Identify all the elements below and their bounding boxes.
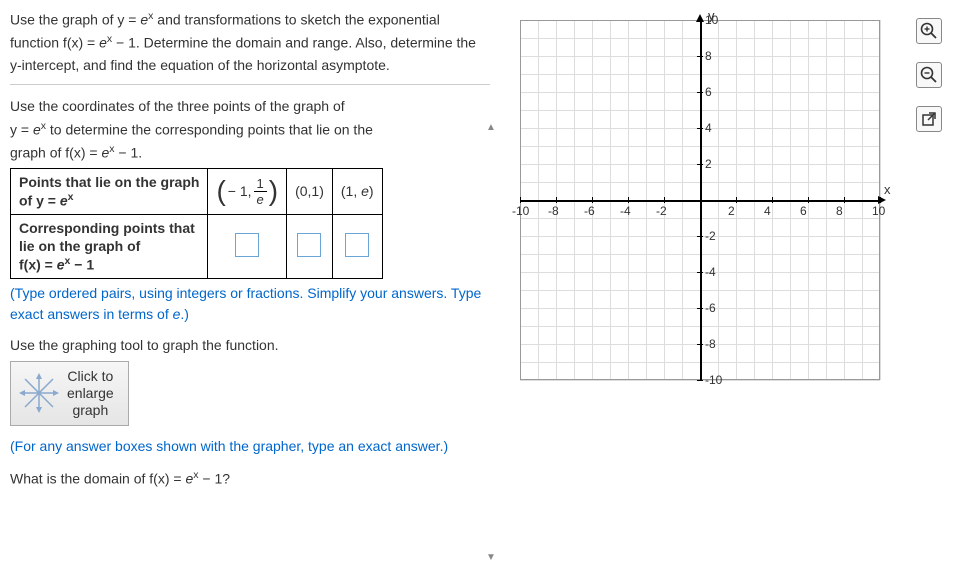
y-tick-label: 2 <box>705 157 712 171</box>
y-tick-label: -4 <box>705 265 716 279</box>
y-tick-label: -8 <box>705 337 716 351</box>
x-tick-label: -4 <box>620 204 631 218</box>
point-cell-3: (1, e) <box>332 168 382 214</box>
zoom-in-icon <box>920 22 938 40</box>
x-axis-label: x <box>884 182 891 197</box>
graph-panel: // placeholder; grid drawn below via gen… <box>500 0 956 572</box>
x-tick-label: 8 <box>836 204 843 218</box>
y-tick-label: -10 <box>705 373 722 387</box>
coordinate-graph[interactable]: // placeholder; grid drawn below via gen… <box>520 20 880 380</box>
x-tick-label: -2 <box>656 204 667 218</box>
external-link-icon <box>921 111 937 127</box>
x-tick-label: -8 <box>548 204 559 218</box>
graph-axes-icon <box>19 373 59 413</box>
points-table: Points that lie on the graphof y = ex ( … <box>10 168 383 279</box>
y-tick-label: 4 <box>705 121 712 135</box>
scroll-up-icon[interactable]: ▲ <box>484 120 498 134</box>
table-header-original: Points that lie on the graphof y = ex <box>11 168 208 214</box>
zoom-in-button[interactable] <box>916 18 942 44</box>
x-tick-label: -10 <box>512 204 529 218</box>
answer-cell-2 <box>287 215 333 279</box>
x-tick-label: -6 <box>584 204 595 218</box>
answer-cell-3 <box>332 215 382 279</box>
ordered-pairs-hint: (Type ordered pairs, using integers or f… <box>10 283 490 325</box>
zoom-out-icon <box>920 66 938 84</box>
instruction-text: Use the coordinates of the three points … <box>10 95 490 163</box>
domain-question: What is the domain of f(x) = ex − 1? <box>10 469 490 487</box>
scroll-down-icon[interactable]: ▼ <box>484 550 498 564</box>
x-tick-label: 6 <box>800 204 807 218</box>
y-tick-label: -2 <box>705 229 716 243</box>
y-tick-label: 6 <box>705 85 712 99</box>
enlarge-graph-button[interactable]: Click to enlarge graph <box>10 361 129 425</box>
enlarge-button-label: Click to enlarge graph <box>67 368 114 418</box>
answer-input-3[interactable] <box>345 233 369 257</box>
answer-cell-1 <box>208 215 287 279</box>
open-window-button[interactable] <box>916 106 942 132</box>
x-tick-label: 4 <box>764 204 771 218</box>
point-cell-1: ( − 1, 1e ) <box>208 168 287 214</box>
problem-statement: Use the graph of y = ex and transformati… <box>10 8 490 85</box>
answer-input-1[interactable] <box>235 233 259 257</box>
y-tick-label: -6 <box>705 301 716 315</box>
x-tick-label: 2 <box>728 204 735 218</box>
y-tick-label: 8 <box>705 49 712 63</box>
graph-tool-prompt: Use the graphing tool to graph the funct… <box>10 337 490 353</box>
y-axis-label: y <box>708 8 715 23</box>
table-header-transformed: Corresponding points thatlie on the grap… <box>11 215 208 279</box>
grapher-hint: (For any answer boxes shown with the gra… <box>10 436 490 457</box>
answer-input-2[interactable] <box>297 233 321 257</box>
point-cell-2: (0,1) <box>287 168 333 214</box>
question-panel: Use the graph of y = ex and transformati… <box>0 0 500 572</box>
x-tick-label: 10 <box>872 204 885 218</box>
zoom-out-button[interactable] <box>916 62 942 88</box>
